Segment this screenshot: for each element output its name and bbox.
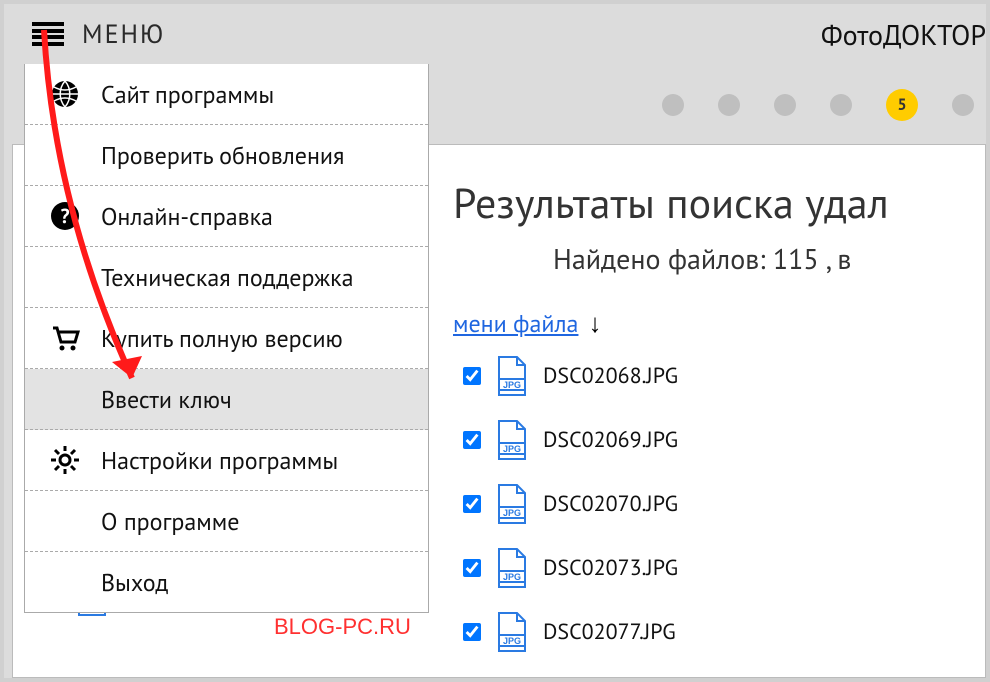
results-heading: Результаты поиска удал	[453, 175, 985, 230]
step-dot-4[interactable]	[830, 94, 852, 116]
sort-row: мени файла ↓	[453, 307, 985, 340]
menu-item-label: О программе	[101, 506, 239, 537]
menu-item-label: Купить полную версию	[101, 323, 343, 354]
menu-item-exit[interactable]: Выход	[25, 552, 428, 612]
file-row[interactable]: JPG DSC02070.JPG	[463, 483, 678, 525]
jpg-icon: JPG	[491, 483, 533, 525]
file-checkbox[interactable]	[463, 431, 481, 449]
jpg-icon: JPG	[491, 419, 533, 461]
sort-direction-icon: ↓	[588, 307, 601, 340]
step-indicator: 5	[662, 94, 986, 121]
menu-item-enter-key[interactable]: Ввести ключ	[25, 369, 428, 430]
app-title: ФотоДОКТОР	[821, 16, 986, 53]
file-name: DSC02077.JPG	[543, 618, 676, 646]
menu-item-label: Техническая поддержка	[101, 262, 354, 293]
results-subtitle: Найдено файлов: 115 , в	[553, 240, 985, 277]
menu-item-updates[interactable]: Проверить обновления	[25, 125, 428, 186]
hamburger-icon[interactable]	[32, 22, 64, 46]
file-row[interactable]: JPG DSC02073.JPG	[463, 547, 678, 589]
menu-item-website[interactable]: Сайт программы	[25, 64, 428, 125]
help-icon: ?	[49, 200, 81, 232]
menu-label: МЕНЮ	[82, 18, 165, 51]
file-checkbox[interactable]	[463, 623, 481, 641]
jpg-icon: JPG	[491, 611, 533, 653]
menu-item-settings[interactable]: Настройки программы	[25, 430, 428, 491]
menu-item-support[interactable]: Техническая поддержка	[25, 247, 428, 308]
jpg-icon: JPG	[491, 547, 533, 589]
file-checkbox[interactable]	[463, 495, 481, 513]
menu-item-label: Сайт программы	[101, 79, 274, 110]
menu-item-label: Онлайн-справка	[101, 201, 273, 232]
sort-link[interactable]: мени файла	[453, 308, 578, 339]
file-name: DSC02069.JPG	[543, 426, 678, 454]
svg-text:JPG: JPG	[503, 444, 521, 454]
cart-icon	[49, 322, 81, 354]
svg-text:?: ?	[60, 203, 69, 229]
file-checkbox[interactable]	[463, 367, 481, 385]
file-checkbox[interactable]	[463, 559, 481, 577]
file-row[interactable]: JPG DSC02069.JPG	[463, 419, 678, 461]
file-row[interactable]: JPG DSC02068.JPG	[463, 355, 678, 397]
step-dot-5[interactable]: 5	[886, 89, 918, 121]
file-column-right: JPG DSC02068.JPG JPG DSC02069.JPG JPG DS…	[463, 355, 678, 675]
file-row[interactable]: JPG DSC02077.JPG	[463, 611, 678, 653]
svg-text:JPG: JPG	[503, 636, 521, 646]
globe-icon	[49, 78, 81, 110]
svg-text:JPG: JPG	[503, 508, 521, 518]
menu-item-about[interactable]: О программе	[25, 491, 428, 552]
menu-item-help[interactable]: ? Онлайн-справка	[25, 186, 428, 247]
step-dot-6[interactable]	[952, 94, 974, 116]
menu-item-label: Настройки программы	[101, 445, 338, 476]
svg-text:JPG: JPG	[503, 572, 521, 582]
menu-item-label: Выход	[101, 567, 168, 598]
menu-item-buy[interactable]: Купить полную версию	[25, 308, 428, 369]
file-name: DSC02073.JPG	[543, 554, 678, 582]
svg-text:JPG: JPG	[503, 380, 521, 390]
gear-icon	[49, 444, 81, 476]
step-dot-1[interactable]	[662, 94, 684, 116]
main-menu-dropdown: Сайт программы Проверить обновления ? Он…	[24, 64, 429, 613]
file-name: DSC02070.JPG	[543, 490, 678, 518]
top-bar: МЕНЮ ФотоДОКТОР	[4, 4, 986, 64]
menu-item-label: Проверить обновления	[101, 140, 344, 171]
file-name: DSC02068.JPG	[543, 362, 678, 390]
step-dot-2[interactable]	[718, 94, 740, 116]
jpg-icon: JPG	[491, 355, 533, 397]
step-dot-3[interactable]	[774, 94, 796, 116]
menu-item-label: Ввести ключ	[101, 384, 232, 415]
